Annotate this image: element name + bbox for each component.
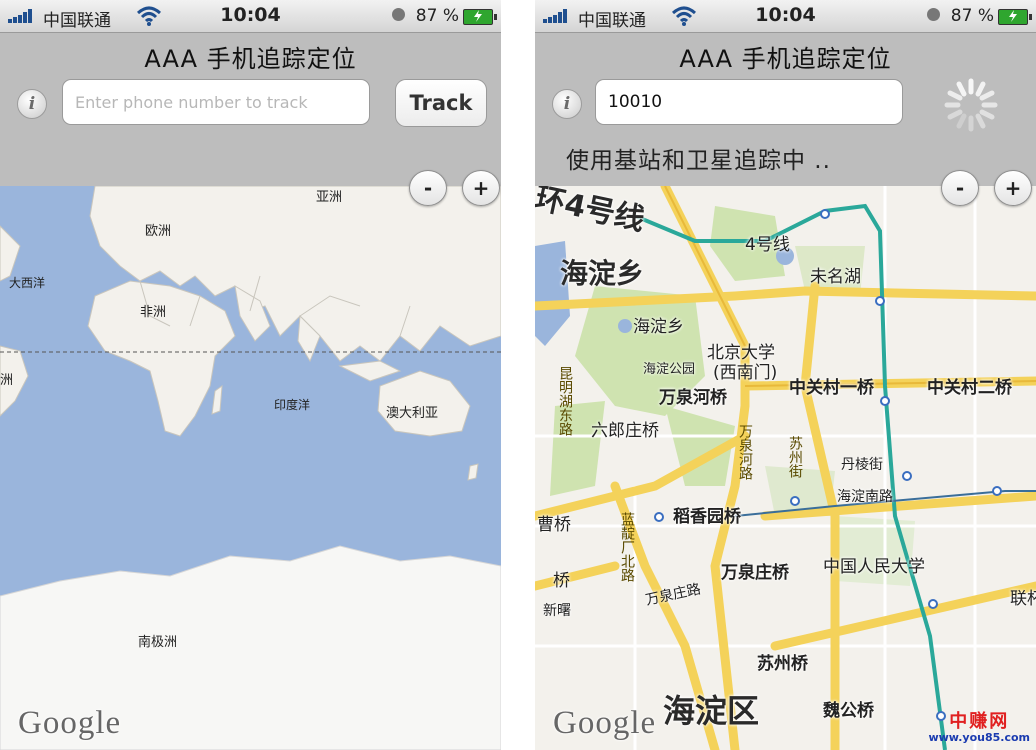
- world-map[interactable]: 亚洲 欧洲 大西洋 非洲 印度洋 澳大利亚 南极洲 洲 Google: [0, 186, 501, 750]
- map-label-haidian-xiang-big: 海淀乡: [560, 257, 645, 290]
- map-label-indian-ocean: 印度洋: [274, 398, 311, 412]
- map-label-liulangzhuang-bridge: 六郎庄桥: [591, 421, 659, 441]
- phone-number-input[interactable]: [595, 79, 903, 125]
- zoom-in-button[interactable]: +: [994, 170, 1032, 206]
- google-logo: Google: [18, 705, 122, 741]
- phone-number-input[interactable]: [62, 79, 370, 125]
- map-label-haidian-district: 海淀区: [663, 692, 760, 730]
- map-label-haidian-south-road: 海淀南路: [837, 489, 893, 505]
- watermark-title: 中赚网: [949, 711, 1010, 733]
- battery-charging-icon: [463, 9, 497, 25]
- map-label-haidian-park: 海淀公园: [643, 362, 696, 377]
- map-label-edge: 洲: [0, 373, 14, 388]
- map-label-left-bridge3: 新曙: [543, 603, 571, 619]
- map-label-quanzhuang-bridge: 万泉庄桥: [721, 563, 789, 583]
- map-label-europe: 欧洲: [145, 224, 172, 239]
- zoom-out-button[interactable]: -: [409, 170, 447, 206]
- map-label-west-gate: (西南门): [713, 363, 778, 383]
- signal-strength-icon: [543, 9, 573, 23]
- map-label-line4-small: 4号线: [745, 235, 790, 255]
- map-label-antarctica: 南极洲: [138, 635, 178, 650]
- status-bar: 中国联通 10:04 87 %: [0, 0, 501, 33]
- clock: 10:04: [220, 4, 281, 26]
- orientation-lock-icon: [392, 8, 405, 21]
- wifi-icon: [671, 6, 697, 26]
- world-map-graphic: [0, 186, 501, 750]
- map-label-atlantic: 大西洋: [9, 276, 46, 290]
- map-label-weiming-lake: 未名湖: [810, 267, 861, 287]
- zoom-out-button[interactable]: -: [941, 170, 979, 206]
- map-label-right-edge: 联杯: [1010, 589, 1036, 609]
- map-label-australia: 澳大利亚: [386, 406, 439, 421]
- map-label-wanquanhe-bridge: 万泉河桥: [659, 388, 727, 408]
- city-map[interactable]: 环4号线 4号线 海淀乡 未名湖 海淀乡 北京大学 海淀公园 (西南门) 万泉河…: [535, 186, 1036, 750]
- map-label-wanquanhe-road: 万泉河路: [737, 424, 753, 480]
- signal-strength-icon: [8, 9, 38, 23]
- screen-divider: [501, 0, 535, 750]
- map-label-haidian-xiang: 海淀乡: [633, 317, 684, 337]
- map-label-yuanmingyuan-west: 蓝靛厂北路: [619, 512, 635, 582]
- carrier-name: 中国联通: [43, 11, 111, 31]
- map-label-africa: 非洲: [140, 305, 167, 320]
- tracking-status-message: 使用基站和卫星追踪中 ..: [566, 148, 831, 174]
- track-button[interactable]: Track: [395, 79, 487, 127]
- map-label-zhongguancun-1: 中关村一桥: [789, 378, 874, 398]
- map-label-left-bridge: 曹桥: [537, 515, 571, 535]
- app-title: AAA 手机追踪定位: [144, 45, 357, 73]
- battery-percent: 87 %: [415, 6, 459, 26]
- google-logo: Google: [553, 705, 657, 741]
- info-icon[interactable]: i: [17, 89, 47, 119]
- loading-spinner-icon: [944, 78, 998, 132]
- map-label-daoxiangyuan-bridge: 稻香园桥: [673, 507, 741, 527]
- map-label-left-bridge2: 桥: [553, 571, 570, 591]
- map-label-suzhou-bridge: 苏州桥: [757, 654, 808, 674]
- orientation-lock-icon: [927, 8, 940, 21]
- clock: 10:04: [755, 4, 816, 26]
- status-bar: 中国联通 10:04 87 %: [535, 0, 1036, 33]
- map-label-kunming-lake-road: 昆明湖东路: [557, 366, 573, 436]
- map-label-renmin-university: 中国人民大学: [823, 557, 925, 577]
- app-header: AAA 手机追踪定位 i 使用基站和卫星追踪中 ..: [535, 33, 1036, 186]
- watermark-url: www.you85.com: [928, 730, 1030, 744]
- map-label-zhongguancun-2: 中关村二桥: [927, 378, 1012, 398]
- map-label-suzhou-street: 苏州街: [787, 436, 803, 478]
- wifi-icon: [136, 6, 162, 26]
- map-label-weigong-bridge: 魏公桥: [823, 701, 874, 721]
- map-label-asia: 亚洲: [316, 190, 343, 205]
- map-label-danling-street: 丹棱街: [841, 457, 883, 473]
- battery-charging-icon: [998, 9, 1032, 25]
- zoom-in-button[interactable]: +: [462, 170, 500, 206]
- site-watermark: 中赚网 www.you85.com: [928, 712, 1030, 744]
- info-icon[interactable]: i: [552, 89, 582, 119]
- phone-screen-right: 中国联通 10:04 87 % AAA 手机追踪定位 i 10010 使用基站和…: [535, 0, 1036, 750]
- battery-percent: 87 %: [950, 6, 994, 26]
- phone-screen-left: 中国联通 10:04 87 % AAA 手机追踪定位 i Track: [0, 0, 501, 750]
- app-title: AAA 手机追踪定位: [679, 45, 892, 73]
- app-header: AAA 手机追踪定位 i Track: [0, 33, 501, 186]
- carrier-name: 中国联通: [578, 11, 646, 31]
